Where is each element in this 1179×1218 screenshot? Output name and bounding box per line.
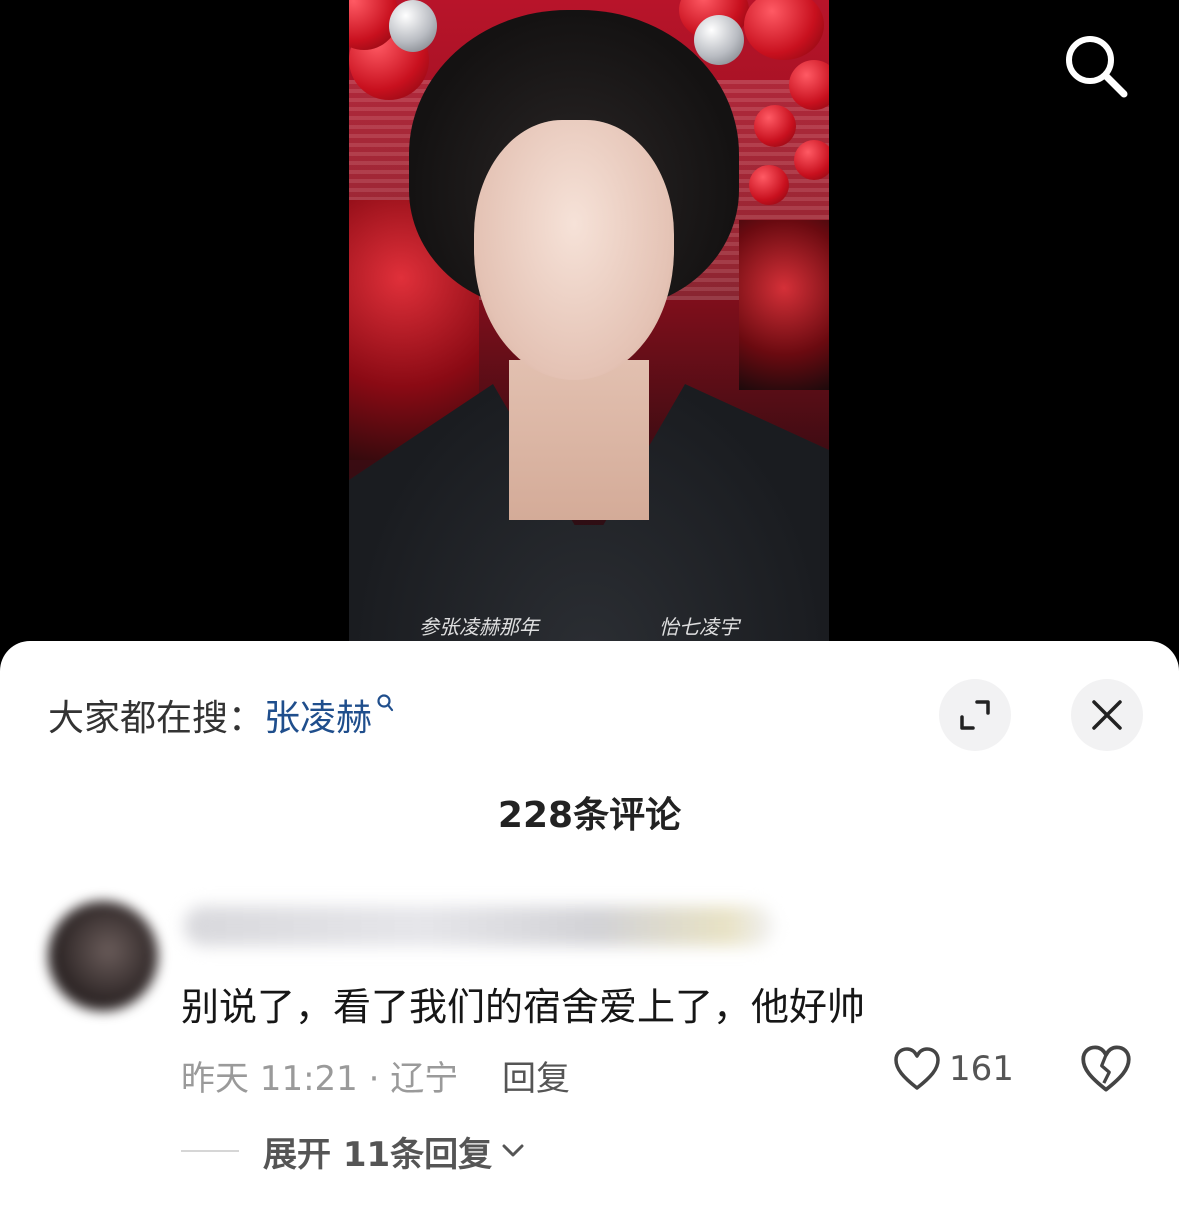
balloon xyxy=(389,0,437,52)
chevron-down-icon xyxy=(502,1144,524,1157)
broken-heart-icon xyxy=(1081,1045,1131,1092)
comment-sheet: 大家都在搜：张凌赫 228条评论 别说了，看了我们的宿舍爱上了，他好帅 昨天 1… xyxy=(0,641,1179,1218)
dislike-button[interactable] xyxy=(1080,1043,1132,1095)
hot-search-bar[interactable]: 大家都在搜：张凌赫 xyxy=(48,689,394,741)
small-search-icon xyxy=(377,694,394,712)
balloon xyxy=(754,105,796,147)
hot-search-keyword[interactable]: 张凌赫 xyxy=(264,698,372,739)
hot-search-prefix: 大家都在搜： xyxy=(48,698,265,739)
signature-right: 怡七凌宇 xyxy=(659,615,739,639)
reply-divider xyxy=(181,1150,239,1152)
close-icon xyxy=(1092,700,1122,730)
flower-bouquet xyxy=(739,220,829,390)
comment-text: 别说了，看了我们的宿舍爱上了，他好帅 xyxy=(181,985,866,1029)
balloon xyxy=(749,165,789,205)
reply-button[interactable]: 回复 xyxy=(502,1051,570,1100)
expand-replies-button[interactable]: 展开 11条回复 xyxy=(181,1129,524,1175)
balloon xyxy=(794,140,829,180)
expand-icon xyxy=(960,700,990,730)
video-frame[interactable]: 参张凌赫那年 怡七凌宇 xyxy=(349,0,829,660)
balloon xyxy=(694,15,744,65)
person-neck xyxy=(509,360,649,520)
expand-button[interactable] xyxy=(939,679,1011,751)
comment-meta: 昨天 11:21 · 辽宁 xyxy=(181,1059,459,1099)
search-button[interactable] xyxy=(1060,30,1130,100)
avatar[interactable] xyxy=(48,901,158,1011)
video-player[interactable]: 参张凌赫那年 怡七凌宇 xyxy=(0,0,1179,660)
heart-icon xyxy=(894,1047,940,1090)
search-icon xyxy=(1066,36,1128,98)
expand-replies-label: 展开 11条回复 xyxy=(263,1134,493,1175)
like-button[interactable]: 161 xyxy=(893,1043,1014,1095)
comment-item: 别说了，看了我们的宿舍爱上了，他好帅 昨天 11:21 · 辽宁 回复 161 … xyxy=(0,891,1179,1191)
signature-left: 参张凌赫那年 xyxy=(419,615,539,639)
balloon xyxy=(744,0,824,60)
like-count: 161 xyxy=(949,1049,1014,1089)
close-button[interactable] xyxy=(1071,679,1143,751)
person-face xyxy=(474,120,674,380)
comment-count-title: 228条评论 xyxy=(497,795,682,836)
username-blurred[interactable] xyxy=(184,906,774,946)
